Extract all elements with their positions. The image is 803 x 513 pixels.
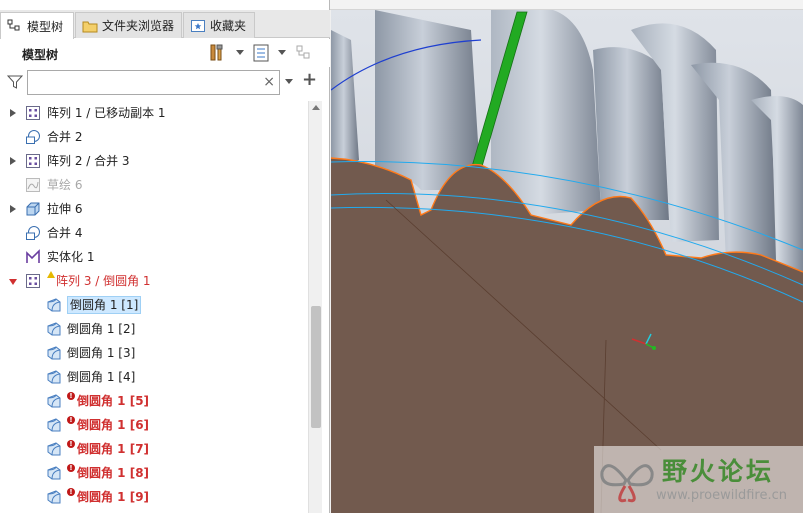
tree-row-label: 草绘 6 bbox=[47, 178, 83, 192]
tree-row-label: 倒圆角 1 [1] bbox=[67, 296, 142, 314]
tree-row-label: 合并 2 bbox=[47, 130, 83, 144]
scroll-up-arrow[interactable] bbox=[312, 105, 320, 110]
tree-row[interactable]: 倒圆角 1 [1] bbox=[0, 293, 308, 317]
tree-row-label: 倒圆角 1 [6] bbox=[77, 418, 150, 432]
error-icon: ! bbox=[67, 392, 75, 400]
tree-row[interactable]: ! 倒圆角 1 [7] bbox=[0, 437, 308, 461]
model-tree: 阵列 1 / 已移动副本 1 合并 2 阵列 2 / 合并 3 草绘 6 拉伸 6 合并 … bbox=[0, 101, 308, 513]
tree-row-label: 倒圆角 1 [2] bbox=[67, 322, 136, 336]
expand-arrow-icon[interactable] bbox=[10, 109, 16, 117]
tree-row-label: 倒圆角 1 [5] bbox=[77, 394, 150, 408]
tree-row-label: 倒圆角 1 [7] bbox=[77, 442, 150, 456]
tree-row-label: 倒圆角 1 [8] bbox=[77, 466, 150, 480]
tree-row[interactable]: 阵列 1 / 已移动副本 1 bbox=[0, 101, 308, 125]
tools-icon[interactable] bbox=[207, 43, 229, 63]
tree-row-label: 实体化 1 bbox=[47, 250, 95, 264]
tree-row[interactable]: 倒圆角 1 [3] bbox=[0, 341, 308, 365]
search-input[interactable] bbox=[32, 74, 262, 91]
list-settings-dropdown-arrow[interactable] bbox=[278, 50, 286, 55]
solidify-icon bbox=[25, 249, 41, 265]
tab-label: 收藏夹 bbox=[210, 19, 247, 33]
search-field: × bbox=[27, 70, 280, 95]
tab-folder-browser[interactable]: 文件夹浏览器 bbox=[75, 12, 182, 38]
collapse-arrow-icon[interactable] bbox=[9, 279, 17, 285]
tree-row[interactable]: 实体化 1 bbox=[0, 245, 308, 269]
tree-row[interactable]: 阵列 3 / 倒圆角 1 bbox=[0, 269, 308, 293]
round-icon bbox=[46, 369, 62, 385]
search-dropdown-arrow[interactable] bbox=[285, 79, 293, 84]
tree-row[interactable]: ! 倒圆角 1 [8] bbox=[0, 461, 308, 485]
scroll-thumb[interactable] bbox=[311, 306, 321, 428]
merge-icon bbox=[25, 129, 41, 145]
extrude-icon bbox=[25, 201, 41, 217]
tree-row[interactable]: 阵列 2 / 合并 3 bbox=[0, 149, 308, 173]
tree-row-label: 阵列 1 / 已移动副本 1 bbox=[47, 106, 166, 120]
merge-icon bbox=[25, 225, 41, 241]
favorites-icon bbox=[190, 18, 206, 34]
expand-arrow-icon[interactable] bbox=[10, 157, 16, 165]
pattern-icon bbox=[25, 153, 41, 169]
list-settings-icon[interactable] bbox=[251, 43, 273, 63]
folder-browser-icon bbox=[82, 18, 98, 34]
tab-favorites[interactable]: 收藏夹 bbox=[183, 12, 255, 38]
round-icon bbox=[46, 489, 62, 505]
error-icon: ! bbox=[67, 488, 75, 496]
sketch-icon bbox=[25, 177, 41, 193]
tab-label: 文件夹浏览器 bbox=[102, 19, 175, 33]
watermark: 野火论坛 www.proewildfire.cn bbox=[594, 446, 803, 513]
model-tree-title: 模型树 bbox=[22, 48, 59, 62]
tree-row-label: 合并 4 bbox=[47, 226, 83, 240]
pattern-icon bbox=[25, 105, 41, 121]
round-icon bbox=[46, 345, 62, 361]
butterfly-logo-icon bbox=[600, 464, 654, 503]
tree-row-label: 阵列 3 / 倒圆角 1 bbox=[56, 274, 151, 288]
expand-arrow-icon[interactable] bbox=[10, 205, 16, 213]
tree-row[interactable]: ! 倒圆角 1 [5] bbox=[0, 389, 308, 413]
round-icon bbox=[46, 417, 62, 433]
tree-row-label: 倒圆角 1 [9] bbox=[77, 490, 150, 504]
graphics-viewport[interactable] bbox=[331, 10, 803, 513]
tree-row[interactable]: 倒圆角 1 [4] bbox=[0, 365, 308, 389]
error-icon: ! bbox=[67, 464, 75, 472]
gear-model-view bbox=[331, 10, 803, 513]
tools-dropdown-arrow[interactable] bbox=[236, 50, 244, 55]
tab-label: 模型树 bbox=[27, 19, 64, 34]
round-icon bbox=[46, 441, 62, 457]
add-filter-button[interactable]: + bbox=[302, 71, 317, 89]
filter-funnel-icon[interactable] bbox=[6, 74, 24, 90]
tree-row[interactable]: 草绘 6 bbox=[0, 173, 308, 197]
watermark-url: www.proewildfire.cn bbox=[656, 488, 787, 503]
watermark-title: 野火论坛 bbox=[662, 457, 775, 486]
tree-row-label: 倒圆角 1 [4] bbox=[67, 370, 136, 384]
tree-filter-icon[interactable] bbox=[294, 43, 316, 63]
round-icon bbox=[46, 465, 62, 481]
navigator-panel: 模型树 文件夹浏览器 收藏夹 模型树 × + 阵列 1 / 已移动副本 1 合并… bbox=[0, 0, 330, 513]
tree-row[interactable]: ! 倒圆角 1 [6] bbox=[0, 413, 308, 437]
tree-row[interactable]: 合并 4 bbox=[0, 221, 308, 245]
tree-row[interactable]: 合并 2 bbox=[0, 125, 308, 149]
tree-row[interactable]: 拉伸 6 bbox=[0, 197, 308, 221]
warning-icon bbox=[47, 271, 55, 278]
error-icon: ! bbox=[67, 416, 75, 424]
navigator-tabs: 模型树 文件夹浏览器 收藏夹 bbox=[0, 10, 330, 39]
tree-row-label: 倒圆角 1 [3] bbox=[67, 346, 136, 360]
clear-search-button[interactable]: × bbox=[263, 74, 275, 90]
round-icon bbox=[46, 297, 62, 313]
tree-search-row: × bbox=[0, 68, 330, 96]
tree-row-label: 拉伸 6 bbox=[47, 202, 83, 216]
round-icon bbox=[46, 321, 62, 337]
tree-scrollbar[interactable] bbox=[308, 101, 322, 513]
model-tree-header: 模型树 bbox=[0, 39, 330, 67]
error-icon: ! bbox=[67, 440, 75, 448]
round-icon bbox=[46, 393, 62, 409]
tree-row[interactable]: 倒圆角 1 [2] bbox=[0, 317, 308, 341]
pattern-icon bbox=[25, 273, 41, 289]
tree-row-label: 阵列 2 / 合并 3 bbox=[47, 154, 130, 168]
tab-model-tree[interactable]: 模型树 bbox=[0, 12, 74, 39]
model-tree-icon bbox=[7, 18, 23, 34]
tree-row[interactable]: ! 倒圆角 1 [9] bbox=[0, 485, 308, 509]
